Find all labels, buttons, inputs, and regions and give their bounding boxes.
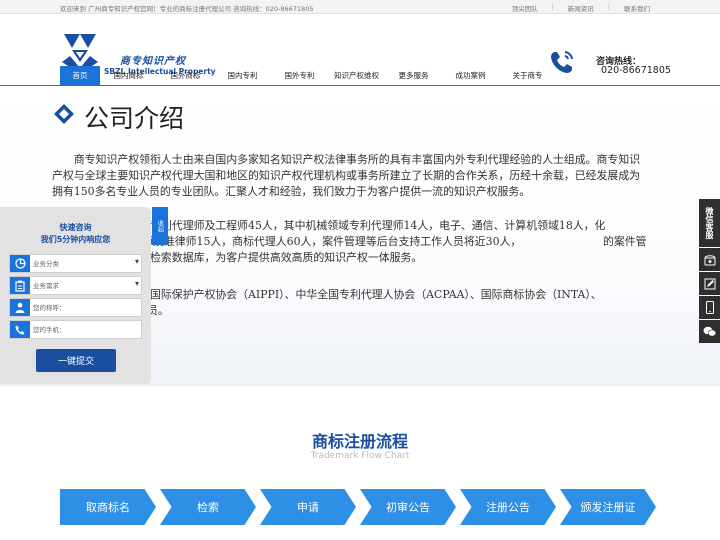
chevron-down-icon: ▾ (134, 279, 139, 288)
nav-item-about[interactable]: 关于商专 (499, 66, 556, 85)
chevron-down-icon: ▾ (134, 257, 139, 266)
process-steps: 取商标名 检索 申请 初审公告 注册公告 颁发注册证 (60, 489, 660, 525)
nav-item-domestic-trademark[interactable]: 国内商标 (100, 66, 157, 85)
logo-chinese-name: 商专知识产权 (120, 56, 186, 67)
consult-title-line-1: 快速咨询 (59, 223, 92, 232)
separator: | (607, 3, 610, 11)
collapse-consult-button[interactable]: 收起 (152, 207, 168, 245)
clipboard-icon (10, 277, 30, 294)
top-link-news[interactable]: 新闻资讯 (568, 3, 594, 13)
step-preliminary-announcement[interactable]: 初审公告 (360, 489, 456, 525)
name-placeholder: 您的称呼： (33, 304, 66, 312)
nav-item-cases[interactable]: 成功案例 (442, 66, 499, 85)
quick-consult-panel: 快速咨询 我们5分钟内响应您 业务分类 ▾ 业务需求 ▾ 您的称呼： 您的手机：… (0, 207, 151, 384)
step-search[interactable]: 检索 (160, 489, 256, 525)
phone-placeholder: 您的手机： (33, 326, 66, 334)
top-link-contact[interactable]: 联系我们 (624, 3, 650, 13)
welcome-text: 欢迎来到 广州商专知识产权官网！专业的商标注册代理公司 咨询热线：020-866… (60, 5, 314, 13)
consult-title-line-2: 我们5分钟内响应您 (40, 235, 111, 244)
step-choose-name[interactable]: 取商标名 (60, 489, 156, 525)
consult-title: 快速咨询 我们5分钟内响应您 (0, 222, 151, 246)
main-nav: 首页 国内商标 国外商标 国内专利 国外专利 知识产权维权 更多服务 成功案例 … (0, 66, 720, 85)
step-issue-certificate[interactable]: 颁发注册证 (560, 489, 656, 525)
top-links: 顶尖团队 | 新闻资讯 | 联系我们 (512, 3, 650, 13)
process-subtitle: Trademark Flow Chart (310, 451, 410, 461)
phone-icon (10, 321, 30, 338)
process-title: 商标注册流程 (311, 432, 408, 451)
business-need-select[interactable]: 业务需求 ▾ (9, 276, 142, 295)
top-bar: 欢迎来到 广州商专知识产权官网！专业的商标注册代理公司 咨询热线：020-866… (0, 0, 720, 14)
nav-item-foreign-trademark[interactable]: 国外商标 (157, 66, 214, 85)
business-type-value: 业务分类 (33, 260, 59, 268)
name-input[interactable]: 您的称呼： (9, 298, 142, 317)
pie-chart-icon (10, 255, 30, 272)
telephone-button[interactable] (699, 248, 720, 271)
nav-item-more-services[interactable]: 更多服务 (385, 66, 442, 85)
nav-item-ip-rights[interactable]: 知识产权维权 (328, 66, 385, 85)
wechat-button[interactable] (699, 320, 720, 343)
intro-paragraph-1: 商专知识产权领衔人士由来自国内多家知名知识产权法律事务所的具有丰富国内外专利代理… (52, 153, 641, 198)
header: 商专知识产权 SBZL Intellectual Property 咨询热线： … (0, 14, 720, 76)
edit-icon (704, 278, 715, 289)
side-toolbar: 微信客服 (699, 199, 720, 344)
user-icon (10, 299, 30, 316)
step-registration-announcement[interactable]: 注册公告 (460, 489, 556, 525)
mobile-icon (705, 301, 714, 314)
wechat-icon (703, 326, 716, 337)
nav-item-home[interactable]: 首页 (60, 66, 100, 85)
wechat-service-button[interactable]: 微信客服 (699, 199, 720, 247)
intro-title: 公司介绍 (84, 104, 185, 133)
business-need-value: 业务需求 (33, 282, 59, 290)
mobile-button[interactable] (699, 296, 720, 319)
submit-button[interactable]: 一键提交 (36, 349, 116, 372)
nav-item-foreign-patent[interactable]: 国外专利 (271, 66, 328, 85)
nav-item-domestic-patent[interactable]: 国内专利 (214, 66, 271, 85)
top-link-team[interactable]: 顶尖团队 (512, 3, 538, 13)
diamond-icon (54, 104, 74, 124)
message-button[interactable] (699, 272, 720, 295)
business-type-select[interactable]: 业务分类 ▾ (9, 254, 142, 273)
telephone-icon (704, 254, 715, 265)
separator: | (551, 3, 554, 11)
phone-input[interactable]: 您的手机： (9, 320, 142, 339)
step-apply[interactable]: 申请 (260, 489, 356, 525)
